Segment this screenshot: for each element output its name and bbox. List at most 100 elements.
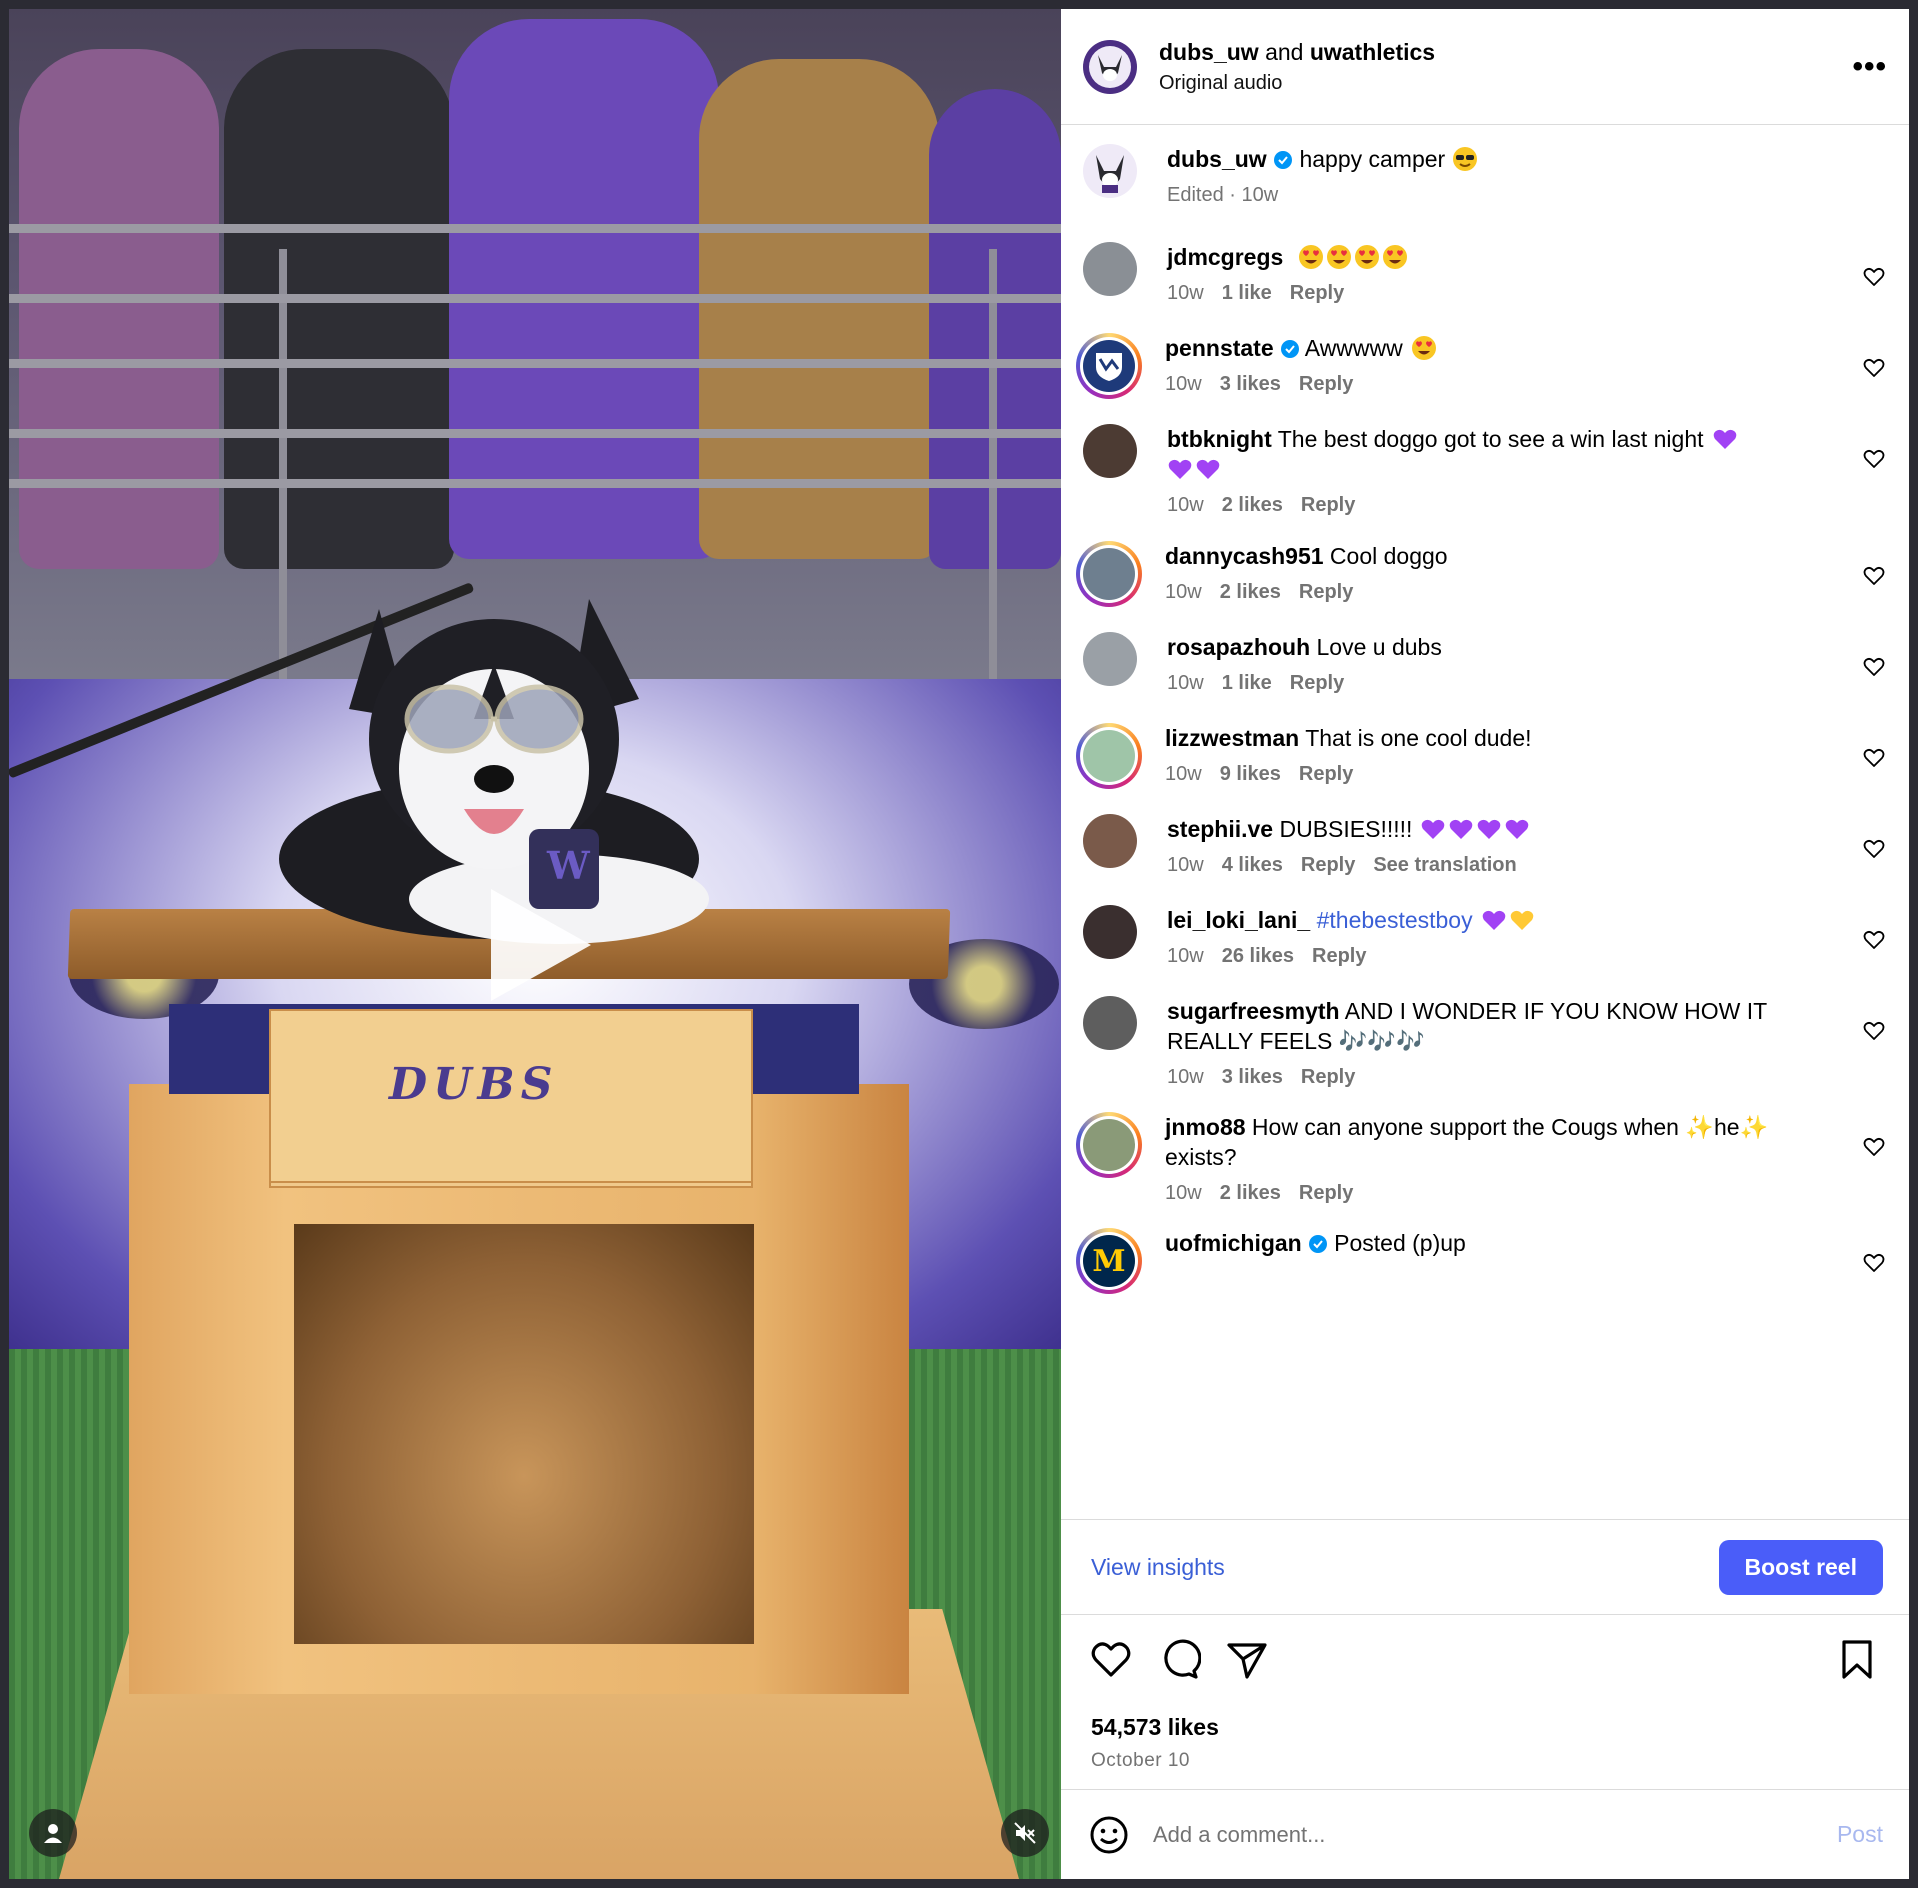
commenter-avatar[interactable]	[1083, 632, 1137, 686]
comment-likes[interactable]: 26 likes	[1222, 945, 1294, 967]
view-insights-link[interactable]: View insights	[1091, 1554, 1225, 1581]
comment-text-line: sugarfreesmyth AND I WONDER IF YOU KNOW …	[1167, 996, 1827, 1056]
share-paper-plane-icon[interactable]	[1225, 1637, 1269, 1681]
author-link[interactable]: dubs_uw	[1159, 39, 1259, 65]
comment-username[interactable]: sugarfreesmyth	[1167, 998, 1340, 1024]
coauthor-link[interactable]: uwathletics	[1310, 39, 1435, 65]
reel-video[interactable]: DUBS W	[9, 9, 1061, 1879]
reply-button[interactable]: Reply	[1299, 373, 1353, 395]
comment-likes[interactable]: 9 likes	[1220, 763, 1281, 785]
comment-like-heart-icon[interactable]	[1863, 1020, 1885, 1042]
comment-likes[interactable]: 1 like	[1222, 282, 1272, 304]
verified-badge-icon	[1280, 340, 1299, 358]
comment-text: That is one cool dude!	[1305, 725, 1532, 751]
commenter-avatar[interactable]	[1083, 905, 1137, 959]
comment-username[interactable]: lei_loki_lani_	[1167, 907, 1310, 933]
reply-button[interactable]: Reply	[1301, 854, 1355, 876]
reply-button[interactable]: Reply	[1299, 1182, 1353, 1204]
comment-like-heart-icon[interactable]	[1863, 448, 1885, 470]
comment-time[interactable]: 10w	[1165, 373, 1202, 395]
comment-like-heart-icon[interactable]	[1863, 656, 1885, 678]
audio-label[interactable]: Original audio	[1159, 72, 1852, 95]
comment-time[interactable]: 10w	[1167, 1066, 1204, 1088]
commenter-avatar[interactable]	[1083, 996, 1137, 1050]
boost-reel-button[interactable]: Boost reel	[1718, 1539, 1883, 1595]
see-translation-button[interactable]: See translation	[1373, 854, 1516, 876]
reply-button[interactable]: Reply	[1301, 1066, 1355, 1088]
comments-list[interactable]: dubs_uw happy camper Edited · 10w jdmcgr…	[1061, 126, 1909, 1519]
comment-username[interactable]: stephii.ve	[1167, 816, 1273, 842]
comment-username[interactable]: rosapazhouh	[1167, 634, 1310, 660]
commenter-avatar[interactable]	[1083, 730, 1135, 782]
comment-like-heart-icon[interactable]	[1863, 266, 1885, 288]
comment-like-heart-icon[interactable]	[1863, 1136, 1885, 1158]
comment-username[interactable]: jdmcgregs	[1167, 244, 1283, 270]
comment-username[interactable]: dannycash951	[1165, 543, 1324, 569]
comment-like-heart-icon[interactable]	[1863, 838, 1885, 860]
comment-likes[interactable]: 2 likes	[1220, 581, 1281, 603]
comment-meta: 10w 9 likes Reply	[1165, 763, 1827, 786]
comment-like-heart-icon[interactable]	[1863, 929, 1885, 951]
emoji-picker-icon[interactable]	[1089, 1815, 1129, 1855]
comment-input[interactable]	[1151, 1820, 1837, 1849]
commenter-avatar[interactable]	[1083, 340, 1135, 392]
reply-button[interactable]: Reply	[1301, 494, 1355, 516]
comment-likes[interactable]: 3 likes	[1222, 1066, 1283, 1088]
caption-username[interactable]: dubs_uw	[1167, 146, 1267, 172]
comment-time[interactable]: 10w	[1167, 494, 1204, 516]
comment-username[interactable]: btbknight	[1167, 426, 1272, 452]
play-icon[interactable]	[491, 889, 591, 1001]
purple-heart-emoji-icon	[1506, 819, 1529, 839]
comment-time[interactable]: 10w	[1165, 581, 1202, 603]
post-comment-button[interactable]: Post	[1837, 1821, 1883, 1848]
comment-like-heart-icon[interactable]	[1863, 1252, 1885, 1274]
purple-heart-emoji-icon	[1450, 819, 1473, 839]
comment-time[interactable]: 10w	[1167, 282, 1204, 304]
heart-eyes-emoji-icon	[1326, 245, 1351, 269]
caption-avatar[interactable]	[1083, 144, 1137, 198]
commenter-avatar[interactable]	[1083, 424, 1137, 478]
comment-username[interactable]: jnmo88	[1165, 1114, 1246, 1140]
commenter-avatar[interactable]	[1083, 814, 1137, 868]
save-bookmark-icon[interactable]	[1835, 1637, 1879, 1681]
comment-row: stephii.ve DUBSIES!!!!! 10w 4 likes Reply Se…	[1061, 814, 1909, 889]
more-horizontal-icon[interactable]: •••	[1852, 50, 1887, 84]
like-heart-icon[interactable]	[1089, 1637, 1133, 1681]
comment-like-heart-icon[interactable]	[1863, 747, 1885, 769]
likes-count[interactable]: 54,573 likes	[1091, 1714, 1219, 1741]
user-silhouette-icon[interactable]	[29, 1809, 77, 1857]
comment-username[interactable]: lizzwestman	[1165, 725, 1299, 751]
reply-button[interactable]: Reply	[1299, 763, 1353, 785]
comment-time[interactable]: 10w	[1167, 854, 1204, 876]
heart-eyes-emoji-icon	[1298, 245, 1323, 269]
comment-like-heart-icon[interactable]	[1863, 357, 1885, 379]
comment-time[interactable]: 10w	[1165, 763, 1202, 785]
muted-speaker-icon[interactable]	[1001, 1809, 1049, 1857]
comment-username[interactable]: uofmichigan	[1165, 1230, 1302, 1256]
comment-bubble-icon[interactable]	[1157, 1637, 1201, 1681]
verified-badge-icon	[1308, 1235, 1327, 1253]
reply-button[interactable]: Reply	[1299, 581, 1353, 603]
reply-button[interactable]: Reply	[1290, 282, 1344, 304]
comment-time[interactable]: 10w	[1167, 945, 1204, 967]
comment-likes[interactable]: 1 like	[1222, 672, 1272, 694]
commenter-avatar[interactable]	[1083, 1119, 1135, 1171]
reply-button[interactable]: Reply	[1290, 672, 1344, 694]
comment-meta: 10w 1 like Reply	[1167, 672, 1827, 695]
comment-time[interactable]: 10w	[1167, 672, 1204, 694]
comment-likes[interactable]: 2 likes	[1222, 494, 1283, 516]
hashtag-link[interactable]: #thebestestboy	[1317, 907, 1473, 933]
comment-time[interactable]: 10w	[1165, 1182, 1202, 1204]
comment-likes[interactable]: 2 likes	[1220, 1182, 1281, 1204]
heart-eyes-emoji-icon	[1382, 245, 1407, 269]
post-date[interactable]: October 10	[1091, 1750, 1190, 1772]
commenter-avatar[interactable]	[1083, 548, 1135, 600]
commenter-avatar[interactable]	[1083, 242, 1137, 296]
author-avatar[interactable]	[1083, 39, 1137, 94]
reply-button[interactable]: Reply	[1312, 945, 1366, 967]
comment-likes[interactable]: 4 likes	[1222, 854, 1283, 876]
comment-likes[interactable]: 3 likes	[1220, 373, 1281, 395]
comment-username[interactable]: pennstate	[1165, 335, 1274, 361]
comment-like-heart-icon[interactable]	[1863, 565, 1885, 587]
commenter-avatar[interactable]: M	[1083, 1235, 1135, 1287]
